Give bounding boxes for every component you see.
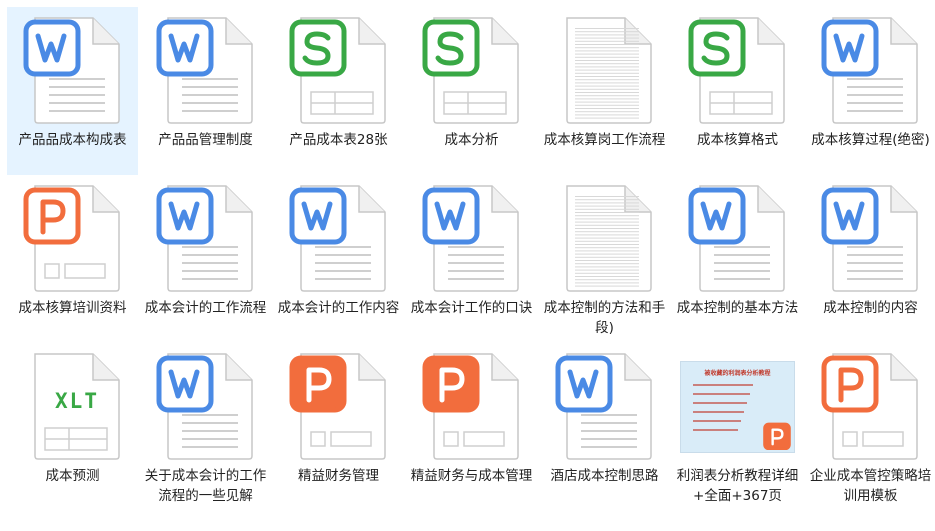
word-doc-icon xyxy=(154,182,257,294)
file-name-label: 企业成本管控策略培训用模板 xyxy=(809,468,932,504)
file-item[interactable]: 酒店成本控制思路 xyxy=(539,343,670,511)
file-name-label: 产品品成本构成表 xyxy=(18,132,127,148)
file-name-label: 成本会计工作的口诀 xyxy=(410,300,533,316)
file-item[interactable]: 成本核算格式 xyxy=(672,7,803,175)
file-name-label: 产品成本表28张 xyxy=(289,132,388,148)
file-name-label: 精益财务管理 xyxy=(298,468,379,484)
thumbnail-line xyxy=(693,402,747,404)
file-item[interactable]: 成本会计的工作流程 xyxy=(140,175,271,343)
file-name-label: 成本控制的基本方法 xyxy=(676,300,799,316)
file-item[interactable]: 产品品成本构成表 xyxy=(7,7,138,175)
thumbnail-line xyxy=(693,393,750,395)
spreadsheet-icon xyxy=(686,14,789,126)
file-name-label: 酒店成本控制思路 xyxy=(550,468,659,484)
spreadsheet-icon xyxy=(420,14,523,126)
file-name-label: 关于成本会计的工作流程的一些见解 xyxy=(144,468,267,504)
word-doc-icon xyxy=(553,350,656,462)
presentation-icon xyxy=(819,350,922,462)
file-name-label: 成本会计的工作内容 xyxy=(277,300,400,316)
word-doc-icon xyxy=(819,182,922,294)
file-item[interactable]: 成本核算岗工作流程 xyxy=(539,7,670,175)
word-doc-icon xyxy=(686,182,789,294)
file-name-label: 精益财务与成本管理 xyxy=(410,468,533,484)
file-name-label: 成本控制的内容 xyxy=(823,300,918,316)
file-item[interactable]: 成本会计的工作内容 xyxy=(273,175,404,343)
file-item[interactable]: 成本会计工作的口诀 xyxy=(406,175,537,343)
file-item[interactable]: 成本分析 xyxy=(406,7,537,175)
file-name-label: 成本预测 xyxy=(45,468,100,484)
file-item[interactable]: 企业成本管控策略培训用模板 xyxy=(805,343,935,511)
word-doc-icon xyxy=(154,14,257,126)
file-name-label: 成本核算培训资料 xyxy=(18,300,127,316)
thumbnail-line xyxy=(693,384,753,386)
file-item[interactable]: 精益财务与成本管理 xyxy=(406,343,537,511)
file-name-label: 成本核算过程(绝密) xyxy=(811,132,930,148)
file-grid: 产品品成本构成表 产品品管理制度 产品成本表28张 成本分析 成本核算岗工作流程 成本核算… xyxy=(0,0,935,531)
file-name-label: 成本会计的工作流程 xyxy=(144,300,267,316)
file-name-label: 成本核算格式 xyxy=(697,132,778,148)
file-item[interactable]: 成本控制的内容 xyxy=(805,175,935,343)
file-item[interactable]: 精益财务管理 xyxy=(273,343,404,511)
xlt-template-icon: XLT xyxy=(21,350,124,462)
word-doc-icon xyxy=(21,14,124,126)
file-item[interactable]: 成本核算过程(绝密) xyxy=(805,7,935,175)
file-name-label: 成本核算岗工作流程 xyxy=(543,132,666,148)
word-doc-icon xyxy=(819,14,922,126)
file-item[interactable]: 产品成本表28张 xyxy=(273,7,404,175)
file-item[interactable]: 成本核算培训资料 xyxy=(7,175,138,343)
presentation-icon xyxy=(420,350,523,462)
file-item[interactable]: 产品品管理制度 xyxy=(140,7,271,175)
presentation-icon xyxy=(21,182,124,294)
file-item[interactable]: 成本控制的方法和手段) xyxy=(539,175,670,343)
word-doc-icon xyxy=(287,182,390,294)
thumbnail-line xyxy=(693,420,741,422)
word-doc-icon xyxy=(420,182,523,294)
file-thumbnail: 被收藏的利润表分析教程 xyxy=(680,361,795,453)
text-document-icon xyxy=(553,14,656,126)
file-item[interactable]: 被收藏的利润表分析教程利润表分析教程详细+全面+367页 xyxy=(672,343,803,511)
presentation-icon xyxy=(287,350,390,462)
file-item[interactable]: 关于成本会计的工作流程的一些见解 xyxy=(140,343,271,511)
thumbnail-title: 被收藏的利润表分析教程 xyxy=(704,370,771,377)
xlt-text: XLT xyxy=(55,389,99,413)
thumbnail-line xyxy=(693,411,744,413)
text-document-icon xyxy=(553,182,656,294)
file-name-label: 利润表分析教程详细+全面+367页 xyxy=(676,468,799,504)
file-name-label: 成本控制的方法和手段) xyxy=(543,300,666,336)
file-item[interactable]: 成本控制的基本方法 xyxy=(672,175,803,343)
word-doc-icon xyxy=(154,350,257,462)
thumbnail-line xyxy=(693,429,738,431)
presentation-badge-icon xyxy=(763,422,791,450)
file-name-label: 产品品管理制度 xyxy=(158,132,253,148)
file-name-label: 成本分析 xyxy=(444,132,499,148)
file-item[interactable]: XLT 成本预测 xyxy=(7,343,138,511)
spreadsheet-icon xyxy=(287,14,390,126)
